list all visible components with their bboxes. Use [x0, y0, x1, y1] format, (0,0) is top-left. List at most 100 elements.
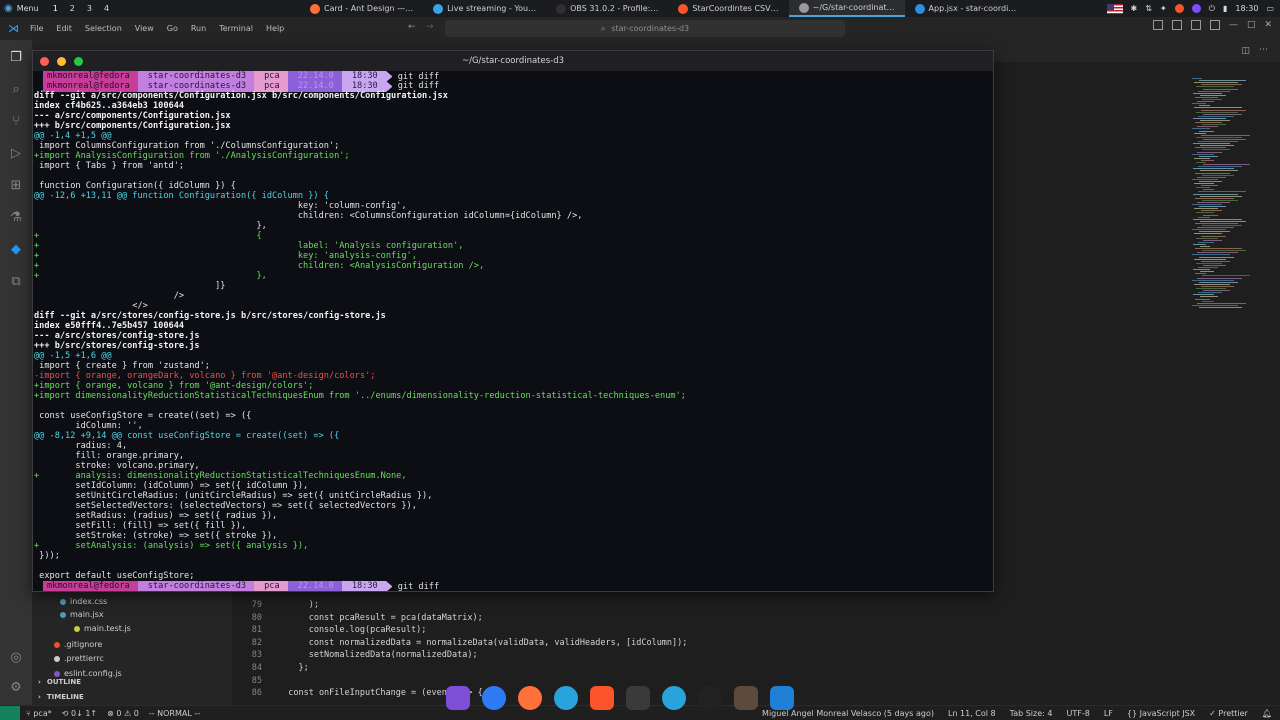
file-item[interactable]: .prettierrc — [54, 652, 104, 665]
search-activity-icon[interactable]: ⌕ — [8, 82, 24, 98]
minimap-line — [1201, 285, 1234, 287]
close-window-icon[interactable] — [40, 57, 49, 66]
remote-indicator[interactable] — [0, 706, 20, 720]
cursor-position-status[interactable]: Ln 11, Col 8 — [948, 709, 996, 718]
brave-app-icon[interactable] — [590, 686, 614, 710]
run-debug-icon[interactable]: ▷ — [8, 146, 24, 162]
taskbar-item[interactable]: Card - Ant Design —… — [300, 0, 423, 17]
workspace-3[interactable]: 3 — [87, 4, 92, 13]
taskbar-item[interactable]: App.jsx - star-coordi… — [905, 0, 1027, 17]
minimap-line — [1203, 138, 1246, 140]
minimap-line — [1195, 122, 1222, 124]
remote-explorer-icon[interactable]: ⧉ — [8, 274, 24, 290]
language-status[interactable]: {} JavaScript JSX — [1127, 709, 1195, 718]
taskbar-item-label: Live streaming - You… — [447, 4, 537, 13]
menu-file[interactable]: File — [30, 24, 43, 33]
terminal-titlebar[interactable]: ~/G/star-coordinates-d3 — [33, 51, 993, 71]
maximize-icon[interactable]: □ — [1247, 20, 1256, 30]
keyboard-layout-flag-icon[interactable] — [1106, 3, 1123, 14]
docker-icon[interactable]: ◆ — [8, 242, 24, 258]
prompt-branch: pca — [254, 80, 288, 92]
minimap-line — [1192, 304, 1238, 306]
minimap-line — [1195, 96, 1218, 98]
forward-arrow-icon[interactable]: → — [426, 22, 434, 32]
app-tray-icon[interactable] — [1191, 4, 1201, 13]
terminal-app-icon[interactable] — [626, 686, 650, 710]
files-app-icon[interactable] — [446, 686, 470, 710]
customize-layout-icon[interactable] — [1209, 20, 1220, 30]
toggle-panel-icon[interactable] — [1171, 20, 1182, 30]
power-icon[interactable]: ⏻ — [1209, 4, 1215, 14]
file-item[interactable]: main.test.js — [74, 622, 131, 635]
brave-tray-icon[interactable] — [1174, 4, 1184, 13]
minimap[interactable] — [1192, 78, 1252, 308]
prompt-user: mkmonreal@fedora — [43, 581, 138, 591]
gimp-app-icon[interactable] — [734, 686, 758, 710]
tab-size-status[interactable]: Tab Size: 4 — [1010, 709, 1053, 718]
terminal-output[interactable]: mkmonreal@fedora star-coordinates-d3 pca 22… — [33, 71, 993, 591]
minimap-line — [1192, 78, 1202, 79]
clock[interactable]: 18:30 — [1235, 4, 1258, 13]
settings-icon[interactable]: ✦ — [1160, 4, 1167, 13]
file-item[interactable]: .gitignore — [54, 638, 102, 651]
split-editor-icon[interactable]: ◫ — [1241, 46, 1250, 56]
browser-app-icon[interactable] — [482, 686, 506, 710]
timeline-section[interactable]: › TIMELINE — [38, 693, 84, 701]
testing-icon[interactable]: ⚗ — [8, 210, 24, 226]
minimap-line — [1198, 90, 1230, 92]
accounts-icon[interactable]: ◎ — [8, 650, 24, 666]
workspace-4[interactable]: 4 — [104, 4, 109, 13]
minimap-line — [1196, 162, 1206, 163]
outline-section[interactable]: › OUTLINE — [38, 678, 81, 686]
minimize-window-icon[interactable] — [57, 57, 66, 66]
menu-edit[interactable]: Edit — [56, 24, 72, 33]
toggle-sidebar-icon[interactable] — [1152, 20, 1163, 30]
menu-selection[interactable]: Selection — [85, 24, 122, 33]
explorer-icon[interactable]: ❐ — [8, 50, 24, 66]
branch-status[interactable]: ⑂ pca* — [26, 709, 52, 718]
battery-icon[interactable]: ▮ — [1223, 4, 1227, 13]
diff-line: </> — [34, 301, 148, 311]
taskbar-item[interactable]: Live streaming - You… — [423, 0, 546, 17]
diff-line: export default useConfigStore; — [34, 571, 195, 581]
close-icon[interactable]: ✕ — [1264, 20, 1272, 30]
maximize-window-icon[interactable] — [74, 57, 83, 66]
menu-help[interactable]: Help — [266, 24, 284, 33]
bluetooth-icon[interactable]: ✱ — [1131, 4, 1138, 13]
messenger-app-icon[interactable] — [662, 686, 686, 710]
file-item[interactable]: index.css — [60, 595, 107, 608]
eol-status[interactable]: LF — [1104, 709, 1113, 718]
back-arrow-icon[interactable]: ← — [408, 22, 416, 32]
encoding-status[interactable]: UTF-8 — [1066, 709, 1089, 718]
more-actions-icon[interactable]: ⋯ — [1259, 45, 1268, 55]
firefox-app-icon[interactable] — [518, 686, 542, 710]
sync-status[interactable]: ⟲ 0↓ 1↑ — [62, 709, 97, 718]
menu-terminal[interactable]: Terminal — [219, 24, 253, 33]
toggle-secondary-sidebar-icon[interactable] — [1190, 20, 1201, 30]
prettier-status[interactable]: ✓ Prettier — [1209, 709, 1248, 718]
problems-status[interactable]: ⊗ 0 ⚠ 0 — [107, 709, 139, 718]
taskbar-item[interactable]: StarCoordintes CSV… — [668, 0, 788, 17]
obs-app-icon[interactable] — [698, 686, 722, 710]
notifications-icon[interactable]: ▭ — [1266, 4, 1274, 13]
shell-prompt: mkmonreal@fedora star-coordinates-d3 pca 22… — [43, 80, 439, 92]
menu-run[interactable]: Run — [191, 24, 206, 33]
taskbar-item[interactable]: ~/G/star-coordinat… — [788, 0, 905, 17]
extensions-icon[interactable]: ⊞ — [8, 178, 24, 194]
vscode-app-icon[interactable] — [770, 686, 794, 710]
manage-gear-icon[interactable]: ⚙ — [8, 680, 24, 696]
minimize-icon[interactable]: — — [1229, 20, 1238, 30]
file-item[interactable]: main.jsx — [60, 608, 104, 621]
start-menu-button[interactable]: ◉ Menu — [0, 3, 47, 14]
source-control-icon[interactable]: ⑂ — [8, 114, 24, 130]
menu-view[interactable]: View — [135, 24, 154, 33]
menu-go[interactable]: Go — [167, 24, 178, 33]
command-center[interactable]: ⌕ star-coordinates-d3 — [445, 20, 845, 37]
workspace-1[interactable]: 1 — [53, 4, 58, 13]
telegram-app-icon[interactable] — [554, 686, 578, 710]
bell-icon[interactable]: 🔔︎ — [1262, 709, 1272, 718]
taskbar-item[interactable]: OBS 31.0.2 - Profile:… — [546, 0, 668, 17]
workspace-2[interactable]: 2 — [70, 4, 75, 13]
network-icon[interactable]: ⇅ — [1145, 4, 1152, 13]
diff-line: function Configuration({ idColumn }) { — [34, 181, 236, 191]
